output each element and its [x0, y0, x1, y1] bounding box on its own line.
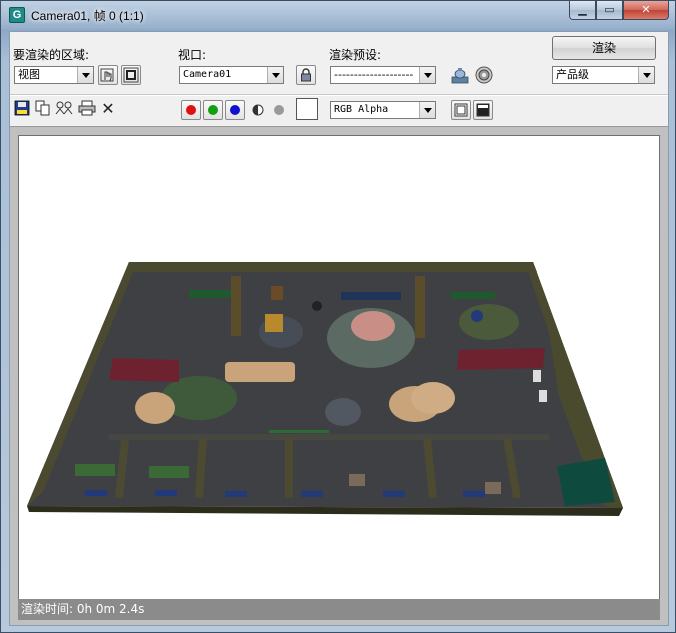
alpha-channel-button[interactable]	[248, 100, 268, 120]
minimize-button[interactable]: ▁	[569, 1, 596, 20]
rendered-image[interactable]	[18, 135, 660, 605]
frame-buffer-window: G Camera01, 帧 0 (1:1) ▁ ▭ ✕ 要渲染的区域: 视口: …	[0, 0, 676, 633]
window-ui-icon	[476, 103, 490, 117]
chevron-down-icon	[77, 67, 93, 83]
toggle-ui-button[interactable]	[473, 100, 493, 120]
chevron-down-icon	[419, 102, 435, 118]
hand-region-icon	[100, 68, 114, 82]
render-button[interactable]: 渲染	[552, 36, 656, 60]
viewport-label: 视口:	[178, 48, 207, 62]
frame-buffer-area: 渲染时间: 0h 0m 2.4s	[10, 126, 668, 625]
app-icon: G	[9, 7, 25, 23]
auto-region-button[interactable]	[121, 65, 141, 85]
chevron-down-icon	[638, 67, 654, 83]
maximize-button[interactable]: ▭	[596, 1, 623, 20]
window-title: Camera01, 帧 0 (1:1)	[31, 9, 144, 23]
chevron-down-icon	[419, 67, 435, 83]
region-select-icon	[123, 67, 139, 83]
floppy-disk-icon	[14, 100, 30, 116]
red-dot-icon	[186, 105, 196, 115]
save-image-button[interactable]	[12, 100, 32, 120]
chevron-down-icon	[267, 67, 283, 83]
blue-dot-icon	[230, 105, 240, 115]
title-bar[interactable]: G Camera01, 帧 0 (1:1) ▁ ▭ ✕	[1, 1, 675, 29]
window-controls: ▁ ▭ ✕	[569, 1, 669, 21]
render-time-status: 渲染时间: 0h 0m 2.4s	[18, 599, 660, 620]
printer-icon	[78, 100, 96, 116]
render-preset-dropdown[interactable]: --------------------	[330, 66, 436, 84]
color-swatch[interactable]	[296, 98, 318, 120]
copy-icon	[35, 100, 50, 116]
overlay-icon	[454, 103, 468, 117]
minimize-icon: ▁	[578, 3, 587, 16]
green-dot-icon	[208, 105, 218, 115]
area-to-render-dropdown[interactable]: 视图	[14, 66, 94, 84]
toggle-ui-overlays-button[interactable]	[451, 100, 471, 120]
close-icon: ✕	[101, 99, 115, 118]
blue-channel-button[interactable]	[225, 100, 245, 120]
area-to-render-label: 要渲染的区域:	[13, 48, 90, 62]
half-circle-icon	[252, 104, 264, 116]
teapot-icon	[451, 68, 469, 84]
client-area: 要渲染的区域: 视口: 渲染预设: 视图 Camera01 ----------…	[9, 31, 669, 626]
area-to-render-value: 视图	[18, 68, 40, 81]
monochrome-button[interactable]	[269, 100, 289, 120]
rendered-scene-image	[27, 262, 623, 516]
environment-effects-button[interactable]	[450, 65, 470, 85]
lock-icon	[301, 68, 311, 82]
viewport-value: Camera01	[183, 69, 232, 80]
clone-window-icon	[55, 101, 73, 115]
toolbar-separator	[10, 94, 668, 96]
render-setup-button[interactable]	[474, 65, 494, 85]
lock-viewport-button[interactable]	[296, 65, 316, 85]
edit-region-button[interactable]	[98, 65, 118, 85]
clear-image-button[interactable]: ✕	[98, 100, 118, 120]
red-channel-button[interactable]	[181, 100, 201, 120]
display-channel-value: RGB Alpha	[334, 104, 389, 115]
close-button[interactable]: ✕	[623, 1, 669, 20]
print-image-button[interactable]	[77, 100, 97, 120]
render-preset-label: 渲染预设:	[329, 48, 382, 62]
viewport-dropdown[interactable]: Camera01	[179, 66, 284, 84]
render-quality-dropdown[interactable]: 产品级	[552, 66, 655, 84]
clone-frame-buffer-button[interactable]	[54, 100, 74, 120]
gear-icon	[475, 66, 493, 84]
green-channel-button[interactable]	[203, 100, 223, 120]
close-icon: ✕	[641, 3, 651, 16]
copy-image-button[interactable]	[33, 100, 53, 120]
display-channel-dropdown[interactable]: RGB Alpha	[330, 101, 436, 119]
render-preset-value: --------------------	[334, 68, 414, 81]
gray-dot-icon	[274, 105, 284, 115]
maximize-icon: ▭	[604, 3, 615, 16]
render-quality-value: 产品级	[556, 68, 589, 81]
